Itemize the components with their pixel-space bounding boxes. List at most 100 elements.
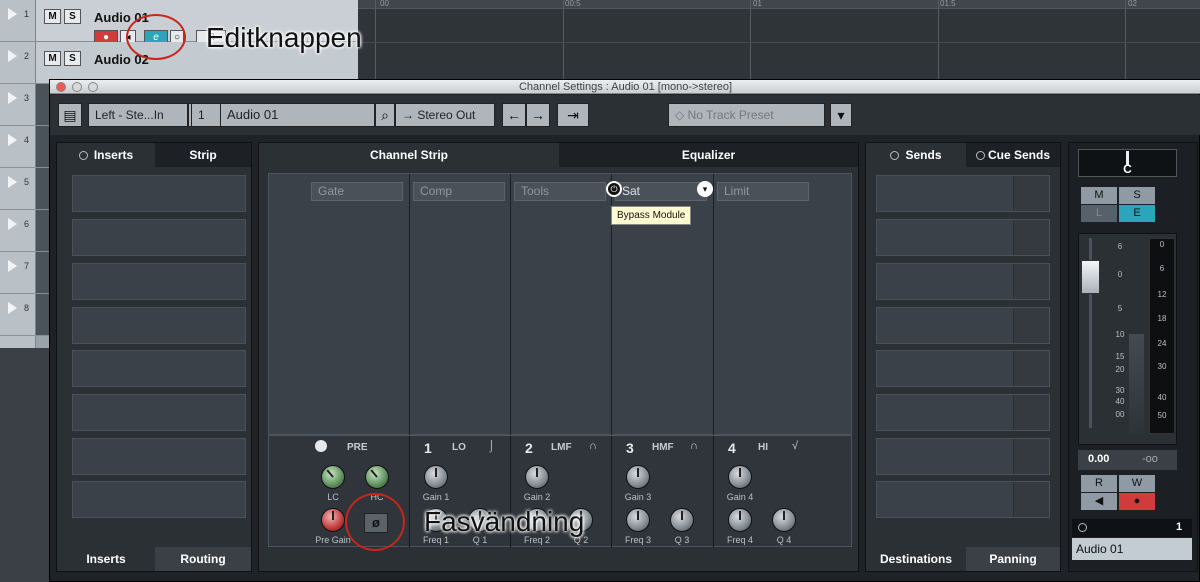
fader-scale-tick: 15 (1115, 352, 1125, 361)
send-slot[interactable] (876, 350, 1050, 387)
channel-strip-tab-header: Channel Strip Equalizer (259, 143, 858, 167)
q-knob[interactable] (772, 508, 796, 532)
eq-band-number: 1 (424, 440, 432, 456)
search-icon[interactable]: ⌕ (375, 103, 395, 127)
channel-state-icon[interactable] (1078, 523, 1087, 532)
gain-knob[interactable] (728, 465, 752, 489)
insert-slot[interactable] (72, 219, 246, 256)
input-routing-select[interactable]: Left - Ste...In (88, 103, 188, 127)
track-number[interactable]: 1 (0, 0, 36, 42)
output-routing-select[interactable]: → Stereo Out (395, 103, 495, 127)
track-number[interactable]: 8 (0, 294, 36, 336)
channel-name-field[interactable]: Audio 01 (220, 103, 375, 127)
channel-name-label[interactable]: Audio 01 (1072, 538, 1192, 560)
mute-button[interactable]: M (1081, 187, 1117, 204)
fader-scale-tick: 20 (1115, 365, 1125, 374)
solo-button[interactable]: S (1119, 187, 1155, 204)
insert-slot[interactable] (72, 263, 246, 300)
track-number[interactable]: 6 (0, 210, 36, 252)
tab-inserts[interactable]: Inserts (57, 143, 155, 167)
meter-scale-tick: 6 (1159, 264, 1165, 273)
send-slot[interactable] (876, 263, 1050, 300)
send-slot[interactable] (876, 307, 1050, 344)
insert-slot[interactable] (72, 175, 246, 212)
monitor-speaker-icon[interactable]: ◀ (1081, 493, 1117, 510)
tab-panning[interactable]: Panning (966, 547, 1060, 571)
track-number[interactable]: 5 (0, 168, 36, 210)
next-channel-icon[interactable]: → (526, 103, 550, 127)
tab-cue-sends[interactable]: Cue Sends (966, 143, 1060, 167)
insert-slot[interactable] (72, 481, 246, 518)
window-titlebar[interactable]: Channel Settings : Audio 01 [mono->stere… (50, 80, 1200, 94)
insert-slot[interactable] (72, 438, 246, 475)
send-slot[interactable] (876, 175, 1050, 212)
module-sat[interactable]: Sat (615, 182, 707, 201)
module-tools[interactable]: Tools (514, 182, 606, 201)
track-number[interactable]: 7 (0, 252, 36, 294)
freq-label: Freq 3 (624, 535, 651, 545)
pre-bypass-icon[interactable] (315, 440, 327, 452)
insert-slot[interactable] (72, 394, 246, 431)
gain-knob[interactable] (626, 465, 650, 489)
follow-channel-icon[interactable]: ⇥ (557, 103, 589, 127)
pre-gain-knob[interactable] (321, 508, 345, 532)
record-enable-icon[interactable]: ● (1119, 493, 1155, 510)
track-number[interactable]: 3 (0, 84, 36, 126)
layout-icon[interactable]: ▤ (58, 103, 82, 127)
track-preset-field[interactable]: ◇ No Track Preset (668, 103, 825, 127)
minimize-window-icon[interactable] (72, 82, 82, 92)
tab-strip[interactable]: Strip (155, 143, 251, 167)
mute-button[interactable]: M (44, 9, 61, 24)
meter-scale-tick: 18 (1157, 314, 1167, 323)
strip-modules-area: Gate Comp Tools Sat ⏻ ▾ Limit Bypass Mod… (268, 173, 852, 436)
module-comp[interactable]: Comp (413, 182, 505, 201)
freq-knob[interactable] (728, 508, 752, 532)
channel-number-spinner[interactable]: 1 (191, 103, 221, 127)
high-cut-knob[interactable] (365, 465, 389, 489)
edit-button[interactable]: E (1119, 205, 1155, 222)
mute-button[interactable]: M (44, 51, 61, 66)
send-slot[interactable] (876, 219, 1050, 256)
freq-label: Freq 4 (726, 535, 753, 545)
insert-slot[interactable] (72, 307, 246, 344)
bypass-module-icon[interactable]: ⏻ (606, 181, 622, 197)
close-window-icon[interactable] (56, 82, 66, 92)
module-gate[interactable]: Gate (311, 182, 403, 201)
listen-button[interactable]: L (1081, 205, 1117, 222)
write-automation-button[interactable]: W (1119, 475, 1155, 492)
zoom-window-icon[interactable] (88, 82, 98, 92)
low-shelf-icon[interactable]: ⌡ (488, 440, 495, 452)
tab-inserts-bottom[interactable]: Inserts (57, 547, 155, 571)
previous-channel-icon[interactable]: ← (502, 103, 526, 127)
send-slot[interactable] (876, 481, 1050, 518)
tab-channel-strip[interactable]: Channel Strip (259, 143, 559, 167)
solo-button[interactable]: S (64, 51, 81, 66)
tab-routing[interactable]: Routing (155, 547, 251, 571)
freq-knob[interactable] (626, 508, 650, 532)
send-slot[interactable] (876, 394, 1050, 431)
solo-button[interactable]: S (64, 9, 81, 24)
peak-filter-icon[interactable]: ∩ (690, 440, 698, 452)
volume-readout[interactable]: 0.00 -oo (1078, 450, 1177, 470)
time-ruler[interactable]: 00 00:5 01 01:5 02 (358, 0, 1200, 9)
send-slot[interactable] (876, 438, 1050, 475)
read-automation-button[interactable]: R (1081, 475, 1117, 492)
module-menu-icon[interactable]: ▾ (697, 181, 713, 197)
high-shelf-icon[interactable]: √ (792, 440, 798, 452)
module-limit[interactable]: Limit (717, 182, 809, 201)
peak-filter-icon[interactable]: ∩ (589, 440, 597, 452)
gain-knob[interactable] (424, 465, 448, 489)
insert-slot[interactable] (72, 350, 246, 387)
q-knob[interactable] (670, 508, 694, 532)
track-number[interactable]: 4 (0, 126, 36, 168)
track-number[interactable]: 2 (0, 42, 36, 84)
low-cut-knob[interactable] (321, 465, 345, 489)
preset-menu-icon[interactable]: ▾ (830, 103, 852, 127)
tab-sends[interactable]: Sends (866, 143, 966, 167)
gain-knob[interactable] (525, 465, 549, 489)
tab-equalizer[interactable]: Equalizer (559, 143, 858, 167)
tab-destinations[interactable]: Destinations (866, 547, 966, 571)
volume-fader-handle[interactable] (1081, 260, 1100, 294)
inserts-tab-header: Inserts Strip (57, 143, 251, 167)
meter-scale-tick: 50 (1157, 411, 1167, 420)
